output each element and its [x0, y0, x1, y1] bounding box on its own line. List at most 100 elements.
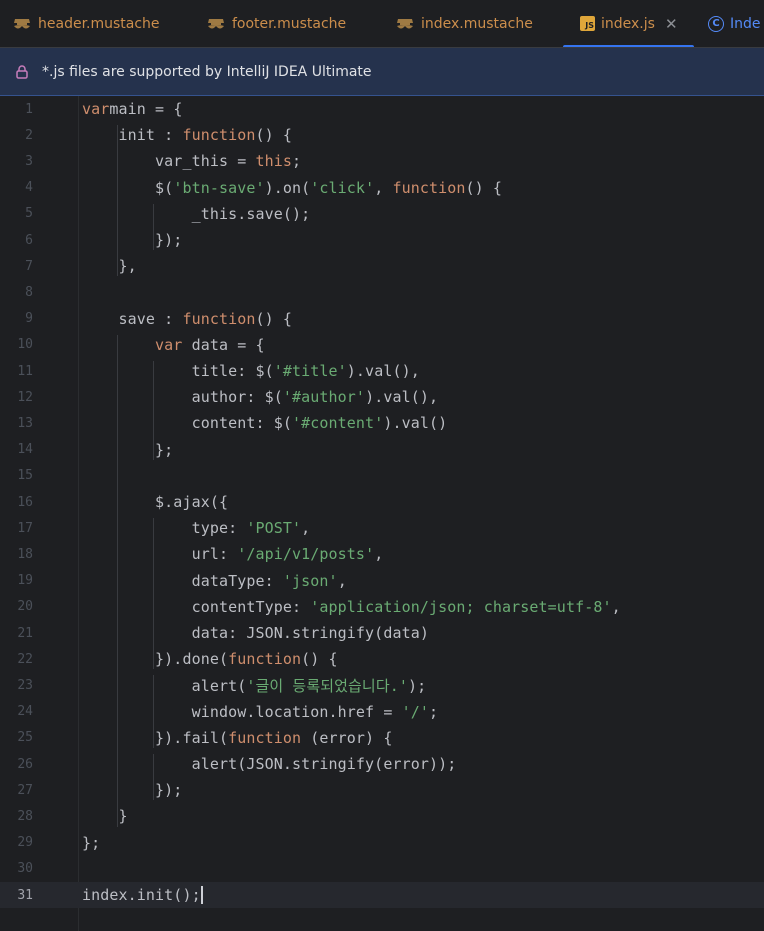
code-line[interactable]: 6 });	[0, 227, 764, 253]
line-number: 15	[17, 468, 33, 484]
code-line[interactable]: 10 var data = {	[0, 332, 764, 358]
tab-index-mustache[interactable]: index.mustache	[395, 0, 533, 47]
keyword-token: function	[182, 126, 256, 145]
indent-guide	[117, 334, 118, 827]
line-number: 26	[17, 756, 33, 772]
code-token: ,	[301, 519, 311, 538]
line-number: 4	[25, 180, 33, 196]
line-number: 20	[17, 599, 33, 615]
code-text: init : function() {	[82, 126, 292, 144]
code-line[interactable]: 19 dataType: 'json',	[0, 568, 764, 594]
code-token: var_this =	[82, 152, 256, 171]
code-line[interactable]: 27 });	[0, 777, 764, 803]
code-line[interactable]: 24 window.location.href = '/';	[0, 699, 764, 725]
code-token: ;	[428, 702, 439, 721]
line-number: 16	[17, 494, 33, 510]
indent-guide	[153, 361, 154, 460]
code-line[interactable]: 7 },	[0, 253, 764, 279]
code-text: };	[82, 441, 173, 459]
code-text: });	[82, 231, 182, 249]
code-text: index.init();	[82, 886, 203, 905]
line-number: 13	[17, 415, 33, 431]
keyword-token: this	[255, 152, 293, 171]
mustache-icon	[12, 17, 32, 31]
line-number: 12	[17, 389, 33, 405]
indent-guide	[153, 518, 154, 670]
code-text: }).fail(function (error) {	[82, 729, 392, 747]
code-token: $(	[82, 178, 174, 197]
code-token: save :	[82, 309, 183, 328]
line-number: 14	[17, 442, 33, 458]
code-line[interactable]: 5 _this.save();	[0, 201, 764, 227]
code-line[interactable]: 23 alert('글이 등록되었습니다.');	[0, 672, 764, 698]
editor-tab-bar: header.mustache footer.mustache index.mu…	[0, 0, 764, 48]
line-number: 2	[25, 127, 33, 143]
code-line[interactable]: 8	[0, 279, 764, 305]
code-token: ,	[611, 597, 621, 616]
tab-label: index.mustache	[421, 15, 533, 32]
code-line[interactable]: 1 varmain = {	[0, 96, 764, 122]
code-token: $.ajax({	[82, 493, 229, 511]
keyword-token: function	[182, 309, 256, 328]
code-line[interactable]: 26 alert(JSON.stringify(error));	[0, 751, 764, 777]
code-token: ,	[337, 571, 347, 590]
tab-index-js[interactable]: JS index.js ✕	[563, 0, 693, 47]
string-token: 'json'	[282, 571, 338, 590]
string-token: '#author'	[282, 388, 366, 407]
line-number: 3	[25, 153, 33, 169]
line-number: 27	[17, 782, 33, 798]
code-token: };	[82, 833, 101, 852]
code-text: });	[82, 781, 182, 799]
code-editor[interactable]: 1 varmain = {2 init : function() {3 var_t…	[0, 96, 764, 931]
code-line[interactable]: 16 $.ajax({	[0, 489, 764, 515]
code-line[interactable]: 25 }).fail(function (error) {	[0, 725, 764, 751]
code-line[interactable]: 31 index.init();	[0, 882, 764, 908]
tab-index-class[interactable]: C Inde	[708, 0, 761, 47]
code-line[interactable]: 13 content: $('#content').val()	[0, 410, 764, 436]
code-line[interactable]: 14 };	[0, 437, 764, 463]
code-line[interactable]: 20 contentType: 'application/json; chars…	[0, 594, 764, 620]
code-line[interactable]: 30	[0, 856, 764, 882]
code-line[interactable]: 3 var_this = this;	[0, 148, 764, 174]
tab-header-mustache[interactable]: header.mustache	[12, 0, 160, 47]
code-text: };	[82, 834, 100, 852]
code-line[interactable]: 11 title: $('#title').val(),	[0, 358, 764, 384]
code-text: title: $('#title').val(),	[82, 362, 420, 380]
indent-guide	[117, 125, 118, 277]
line-number: 24	[17, 704, 33, 720]
code-text: $.ajax({	[82, 493, 228, 511]
line-number: 30	[17, 861, 33, 877]
code-token: type:	[82, 519, 247, 538]
code-token: ;	[292, 152, 302, 171]
code-line[interactable]: 21 data: JSON.stringify(data)	[0, 620, 764, 646]
code-line[interactable]: 12 author: $('#author').val(),	[0, 384, 764, 410]
code-token: );	[407, 676, 427, 695]
code-line[interactable]: 18 url: '/api/v1/posts',	[0, 541, 764, 567]
code-line[interactable]: 17 type: 'POST',	[0, 515, 764, 541]
code-token: () {	[255, 126, 293, 145]
code-line[interactable]: 28 }	[0, 803, 764, 829]
code-line[interactable]: 15	[0, 463, 764, 489]
code-token: }	[82, 807, 128, 826]
code-text: }).done(function() {	[82, 650, 338, 668]
indent-guide	[153, 675, 154, 748]
code-token: title: $(	[82, 362, 274, 380]
code-line[interactable]: 9 save : function() {	[0, 306, 764, 332]
tab-footer-mustache[interactable]: footer.mustache	[206, 0, 346, 47]
code-line[interactable]: 22 }).done(function() {	[0, 646, 764, 672]
code-text: dataType: 'json',	[82, 572, 347, 590]
code-line[interactable]: 2 init : function() {	[0, 122, 764, 148]
code-text: url: '/api/v1/posts',	[82, 545, 384, 563]
keyword-token: function	[392, 178, 466, 197]
code-line[interactable]: 29};	[0, 830, 764, 856]
keyword-token: var	[155, 335, 183, 354]
code-text: var data = {	[82, 336, 265, 354]
code-token: },	[82, 257, 137, 276]
code-line[interactable]: 4 $('btn-save').on('click', function() {	[0, 175, 764, 201]
line-number: 7	[25, 258, 33, 274]
indent-guide	[153, 203, 154, 251]
code-text: save : function() {	[82, 310, 292, 328]
line-number: 5	[25, 206, 33, 222]
close-icon[interactable]: ✕	[665, 15, 678, 33]
